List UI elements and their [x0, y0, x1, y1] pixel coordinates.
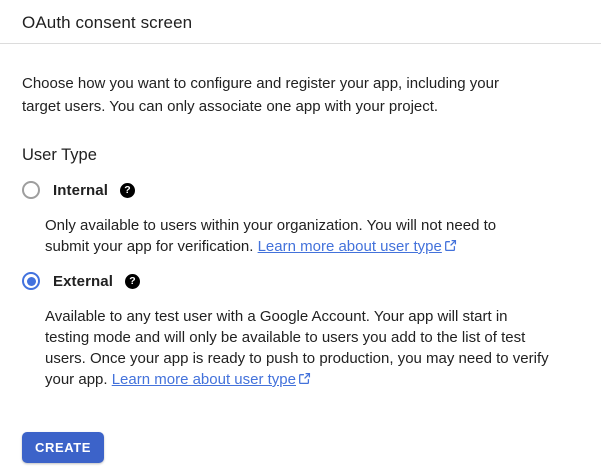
external-radio[interactable]: [22, 272, 40, 290]
user-type-option-internal: Internal ?: [22, 180, 601, 200]
internal-radio-label[interactable]: Internal: [53, 182, 108, 199]
learn-more-link-external[interactable]: Learn more about user type: [112, 371, 311, 388]
external-radio-label[interactable]: External: [53, 273, 113, 290]
help-icon[interactable]: ?: [120, 183, 135, 198]
external-description: Available to any test user with a Google…: [45, 306, 553, 391]
help-icon[interactable]: ?: [125, 274, 140, 289]
intro-text: Choose how you want to configure and reg…: [22, 72, 527, 118]
oauth-consent-page: OAuth consent screen Choose how you want…: [0, 0, 601, 471]
page-title: OAuth consent screen: [22, 13, 601, 33]
internal-radio[interactable]: [22, 181, 40, 199]
internal-description: Only available to users within your orga…: [45, 215, 537, 258]
open-in-new-icon: [444, 237, 457, 258]
user-type-heading: User Type: [22, 146, 601, 165]
page-header: OAuth consent screen: [0, 0, 601, 44]
open-in-new-icon: [298, 370, 311, 391]
user-type-option-external: External ?: [22, 271, 601, 291]
create-button[interactable]: CREATE: [22, 432, 104, 463]
page-content: Choose how you want to configure and reg…: [0, 72, 601, 463]
learn-more-link-internal[interactable]: Learn more about user type: [258, 238, 457, 255]
